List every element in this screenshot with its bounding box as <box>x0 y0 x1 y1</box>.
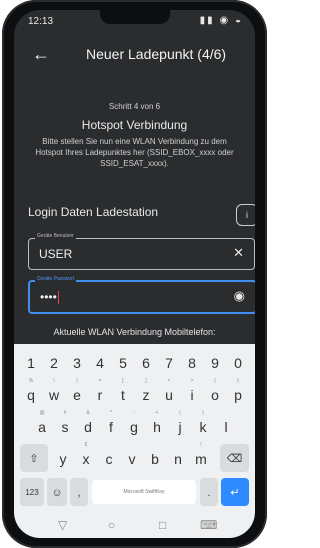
phone-frame: 12:13 ▮▮ ◉ ◒ ← Neuer Ladepunkt (4/6) Sch… <box>2 0 267 548</box>
key-j[interactable]: (j <box>169 410 191 440</box>
key-t[interactable]: [t <box>112 378 134 408</box>
username-field[interactable]: Geräte Benutzer USER ✕ <box>28 233 255 270</box>
nav-recents-icon[interactable]: □ <box>159 518 166 532</box>
password-label: Geräte Passwort <box>35 276 77 282</box>
keyboard-bottom-row: 123 ☺ , Microsoft SwiftKey . ↵ <box>14 478 255 506</box>
username-label: Geräte Benutzer <box>35 233 76 239</box>
screen: 12:13 ▮▮ ◉ ◒ ← Neuer Ladepunkt (4/6) Sch… <box>14 10 255 538</box>
status-bar: 12:13 ▮▮ ◉ ◒ <box>14 10 255 34</box>
key-a[interactable]: @ a <box>31 410 53 440</box>
key-s[interactable]: # s <box>54 410 76 440</box>
key-w[interactable]: \ w <box>43 378 65 408</box>
key-o[interactable]: {o <box>204 378 226 408</box>
comma-key[interactable]: , <box>70 478 88 506</box>
keyboard: 1 2 3 4 5 6 7 8 9 0 % q \ w | e = r [t ] z < u… <box>14 344 255 514</box>
keyboard-row-3: ⇧ y € x c v b n ! m ⌫ <box>14 442 255 472</box>
backspace-key-icon[interactable]: ⌫ <box>220 444 249 472</box>
page-title: Neuer Ladepunkt (4/6) <box>86 46 227 62</box>
nav-home-icon[interactable]: ○ <box>108 518 115 532</box>
app-bar: ← Neuer Ladepunkt (4/6) <box>14 38 255 72</box>
key-4[interactable]: 4 <box>89 348 111 376</box>
step-indicator: Schritt 4 von 6 <box>108 102 161 111</box>
key-u[interactable]: < u <box>158 378 180 408</box>
password-field[interactable]: Geräte Passwort •••• ◉ <box>28 276 255 314</box>
key-n[interactable]: n <box>167 444 189 472</box>
instruction-text: Bitte stellen Sie nun eine WLAN Verbindu… <box>35 137 234 168</box>
keyboard-number-row: 1 2 3 4 5 6 7 8 9 0 <box>14 348 255 376</box>
symbols-key[interactable]: 123 <box>20 478 44 506</box>
key-i[interactable]: > i <box>181 378 203 408</box>
key-8[interactable]: 8 <box>181 348 203 376</box>
username-value[interactable]: USER <box>39 247 72 261</box>
key-6[interactable]: 6 <box>135 348 157 376</box>
key-5[interactable]: 5 <box>112 348 134 376</box>
info-button[interactable]: i <box>236 204 255 226</box>
key-c[interactable]: c <box>98 444 120 472</box>
section-heading: Hotspot Verbindung <box>81 118 188 132</box>
login-section-title: Login Daten Ladestation <box>28 205 159 219</box>
period-key[interactable]: . <box>200 478 218 506</box>
password-dots: •••• <box>40 290 57 304</box>
key-e[interactable]: | e <box>66 378 88 408</box>
key-9[interactable]: 9 <box>204 348 226 376</box>
keyboard-row-1: % q \ w | e = r [t ] z < u > i {o } p <box>14 378 255 408</box>
key-q[interactable]: % q <box>20 378 42 408</box>
key-m[interactable]: ! m <box>190 442 212 472</box>
key-f[interactable]: * f <box>100 410 122 440</box>
emoji-key-icon[interactable]: ☺ <box>47 478 67 506</box>
key-3[interactable]: 3 <box>66 348 88 376</box>
shift-key-icon[interactable]: ⇧ <box>20 444 48 472</box>
eye-icon[interactable]: ◉ <box>234 288 245 304</box>
key-z[interactable]: ] z <box>135 378 157 408</box>
keyboard-row-2: @ a # s & d * f -g + h (j ) k l <box>14 410 255 440</box>
key-0[interactable]: 0 <box>227 348 249 376</box>
key-b[interactable]: b <box>144 444 166 472</box>
key-k[interactable]: ) k <box>192 410 214 440</box>
back-arrow-icon[interactable]: ← <box>32 44 50 65</box>
clear-icon[interactable]: ✕ <box>233 245 244 261</box>
key-y[interactable]: y <box>52 444 74 472</box>
password-value[interactable]: •••• <box>40 290 59 305</box>
nav-back-icon[interactable]: ▽ <box>58 518 67 532</box>
key-l[interactable]: l <box>215 412 237 440</box>
text-cursor <box>57 291 59 305</box>
key-p[interactable]: } p <box>227 378 249 408</box>
key-h[interactable]: + h <box>146 410 168 440</box>
wifi-connection-label: Aktuelle WLAN Verbindung Mobiltelefon: <box>53 327 216 337</box>
enter-key-icon[interactable]: ↵ <box>221 478 249 506</box>
key-2[interactable]: 2 <box>43 348 65 376</box>
key-v[interactable]: v <box>121 444 143 472</box>
status-time: 12:13 <box>28 16 54 27</box>
space-bar[interactable]: Microsoft SwiftKey <box>92 480 196 504</box>
keyboard-toggle-icon[interactable]: ⌨ <box>200 518 217 532</box>
key-1[interactable]: 1 <box>20 348 42 376</box>
key-d[interactable]: & d <box>77 410 99 440</box>
key-7[interactable]: 7 <box>158 348 180 376</box>
status-icons: ▮▮ ◉ ◒ <box>199 15 243 26</box>
key-g[interactable]: -g <box>123 410 145 440</box>
key-x[interactable]: € x <box>75 442 97 472</box>
system-navigation-bar: ▽ ○ □ ⌨ <box>14 514 255 538</box>
key-r[interactable]: = r <box>89 378 111 408</box>
